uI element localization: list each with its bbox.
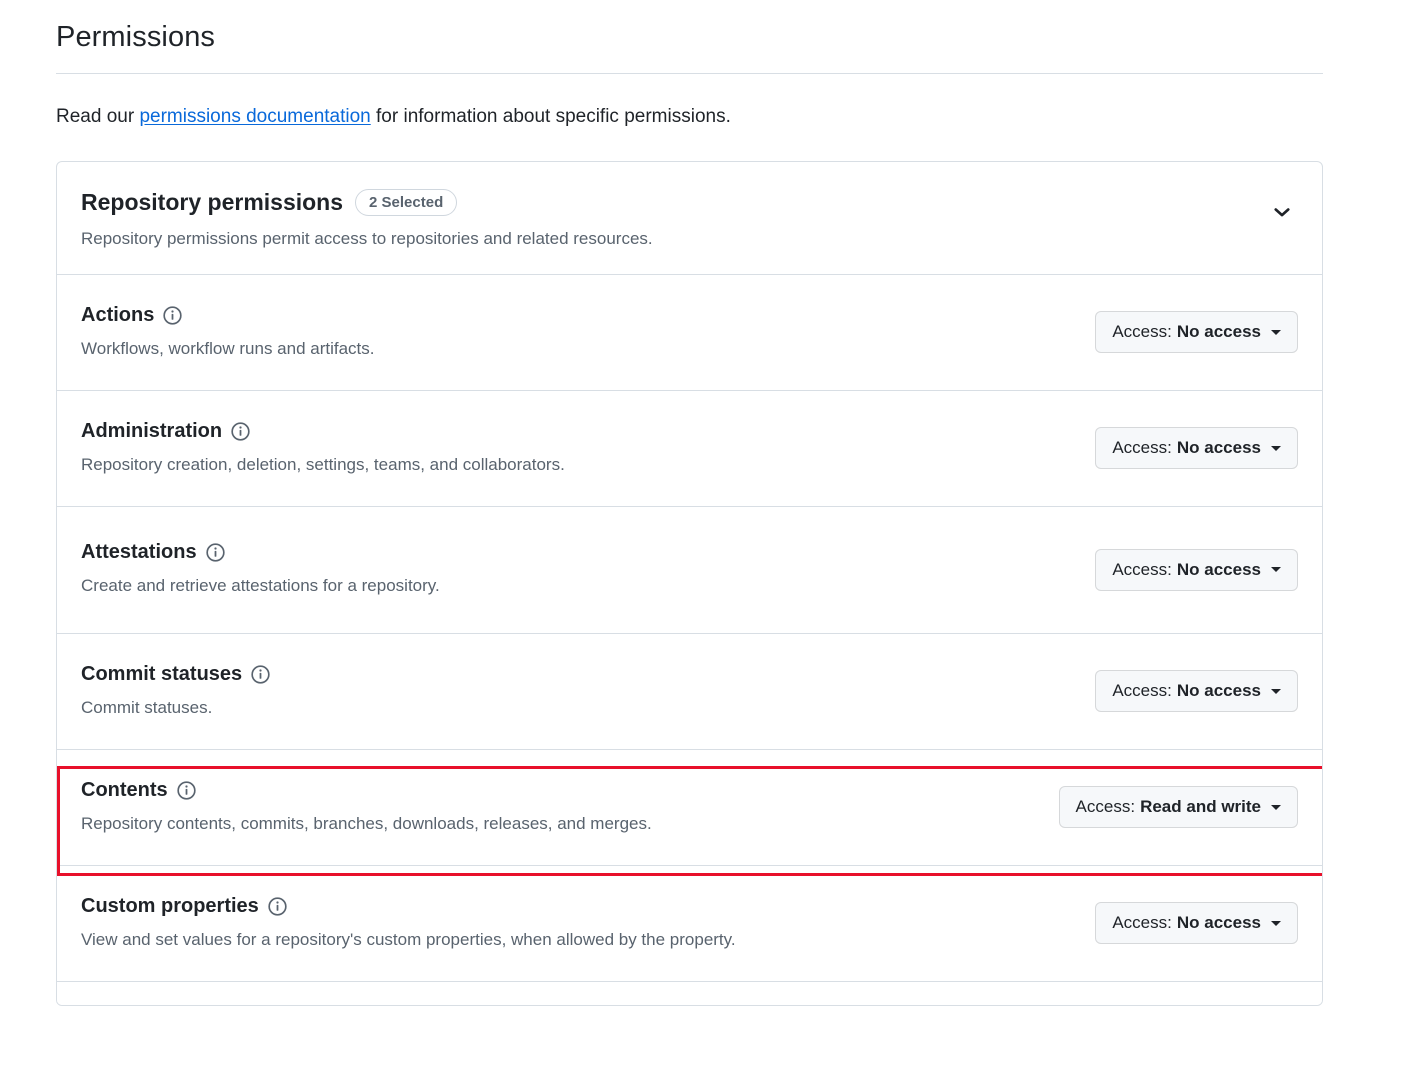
header-text-block: Repository permissions 2 Selected Reposi… xyxy=(81,188,653,251)
chevron-down-icon xyxy=(1271,805,1281,810)
permission-name-row: Administration xyxy=(81,419,565,444)
access-prefix: Access: xyxy=(1112,681,1172,701)
info-icon[interactable] xyxy=(251,665,270,684)
permission-description: Repository creation, deletion, settings,… xyxy=(81,453,565,478)
permission-description: Workflows, workflow runs and artifacts. xyxy=(81,337,375,362)
access-dropdown-attestations[interactable]: Access: No access xyxy=(1095,549,1298,591)
access-dropdown-contents[interactable]: Access: Read and write xyxy=(1059,786,1298,828)
permission-name: Administration xyxy=(81,419,222,444)
intro-text: Read our permissions documentation for i… xyxy=(56,74,1323,132)
info-icon[interactable] xyxy=(231,422,250,441)
permission-description: Commit statuses. xyxy=(81,696,270,721)
access-dropdown-administration[interactable]: Access: No access xyxy=(1095,427,1298,469)
permission-name-row: Actions xyxy=(81,303,375,328)
access-dropdown-custom-properties[interactable]: Access: No access xyxy=(1095,902,1298,944)
chevron-down-icon xyxy=(1271,567,1281,572)
access-value: No access xyxy=(1177,560,1261,580)
access-value: Read and write xyxy=(1140,797,1261,817)
access-dropdown-commit-statuses[interactable]: Access: No access xyxy=(1095,670,1298,712)
permission-description: View and set values for a repository's c… xyxy=(81,928,736,953)
page-title: Permissions xyxy=(56,0,1323,55)
permission-row-administration: Administration Repository creation, dele… xyxy=(57,391,1322,507)
permission-info: Contents Repository contents, commits, b… xyxy=(81,778,668,837)
permission-name: Custom properties xyxy=(81,894,259,919)
repository-permissions-header: Repository permissions 2 Selected Reposi… xyxy=(57,162,1322,274)
permission-name-row: Contents xyxy=(81,778,652,803)
permission-info: Custom properties View and set values fo… xyxy=(81,894,752,953)
access-prefix: Access: xyxy=(1112,913,1172,933)
permission-name-row: Custom properties xyxy=(81,894,736,919)
permission-info: Administration Repository creation, dele… xyxy=(81,419,581,478)
intro-prefix: Read our xyxy=(56,106,139,127)
permission-row-contents: Contents Repository contents, commits, b… xyxy=(57,750,1322,866)
group-title-row: Repository permissions 2 Selected xyxy=(81,188,653,217)
permission-name: Attestations xyxy=(81,540,197,565)
access-prefix: Access: xyxy=(1076,797,1136,817)
permission-info: Actions Workflows, workflow runs and art… xyxy=(81,303,391,362)
group-title: Repository permissions xyxy=(81,188,343,217)
info-icon[interactable] xyxy=(206,543,225,562)
info-icon[interactable] xyxy=(268,897,287,916)
access-value: No access xyxy=(1177,913,1261,933)
chevron-down-icon xyxy=(1271,330,1281,335)
access-value: No access xyxy=(1177,681,1261,701)
permission-name: Contents xyxy=(81,778,168,803)
access-prefix: Access: xyxy=(1112,560,1172,580)
permission-row-custom-properties: Custom properties View and set values fo… xyxy=(57,866,1322,982)
selected-count-badge: 2 Selected xyxy=(355,189,457,216)
access-value: No access xyxy=(1177,438,1261,458)
access-dropdown-actions[interactable]: Access: No access xyxy=(1095,311,1298,353)
permission-name: Actions xyxy=(81,303,154,328)
info-icon[interactable] xyxy=(177,781,196,800)
permission-description: Create and retrieve attestations for a r… xyxy=(81,574,440,599)
collapse-toggle-button[interactable] xyxy=(1266,196,1298,228)
permission-row-actions: Actions Workflows, workflow runs and art… xyxy=(57,275,1322,391)
chevron-down-icon xyxy=(1272,210,1292,225)
access-prefix: Access: xyxy=(1112,438,1172,458)
permission-row-partial xyxy=(57,982,1322,1007)
permission-info: Attestations Create and retrieve attesta… xyxy=(81,540,456,599)
chevron-down-icon xyxy=(1271,689,1281,694)
access-prefix: Access: xyxy=(1112,322,1172,342)
permissions-page: Permissions Read our permissions documen… xyxy=(0,0,1409,1073)
permission-info: Commit statuses Commit statuses. xyxy=(81,662,286,721)
permission-description: Repository contents, commits, branches, … xyxy=(81,812,652,837)
access-value: No access xyxy=(1177,322,1261,342)
group-description: Repository permissions permit access to … xyxy=(81,227,653,252)
chevron-down-icon xyxy=(1271,446,1281,451)
repository-permissions-card: Repository permissions 2 Selected Reposi… xyxy=(56,161,1323,1006)
intro-suffix: for information about specific permissio… xyxy=(371,106,731,127)
permission-name-row: Commit statuses xyxy=(81,662,270,687)
info-icon[interactable] xyxy=(163,306,182,325)
permissions-documentation-link[interactable]: permissions documentation xyxy=(139,106,370,127)
permission-name: Commit statuses xyxy=(81,662,242,687)
permission-name-row: Attestations xyxy=(81,540,440,565)
chevron-down-icon xyxy=(1271,921,1281,926)
permission-row-commit-statuses: Commit statuses Commit statuses. Access:… xyxy=(57,634,1322,750)
permission-row-attestations: Attestations Create and retrieve attesta… xyxy=(57,507,1322,634)
